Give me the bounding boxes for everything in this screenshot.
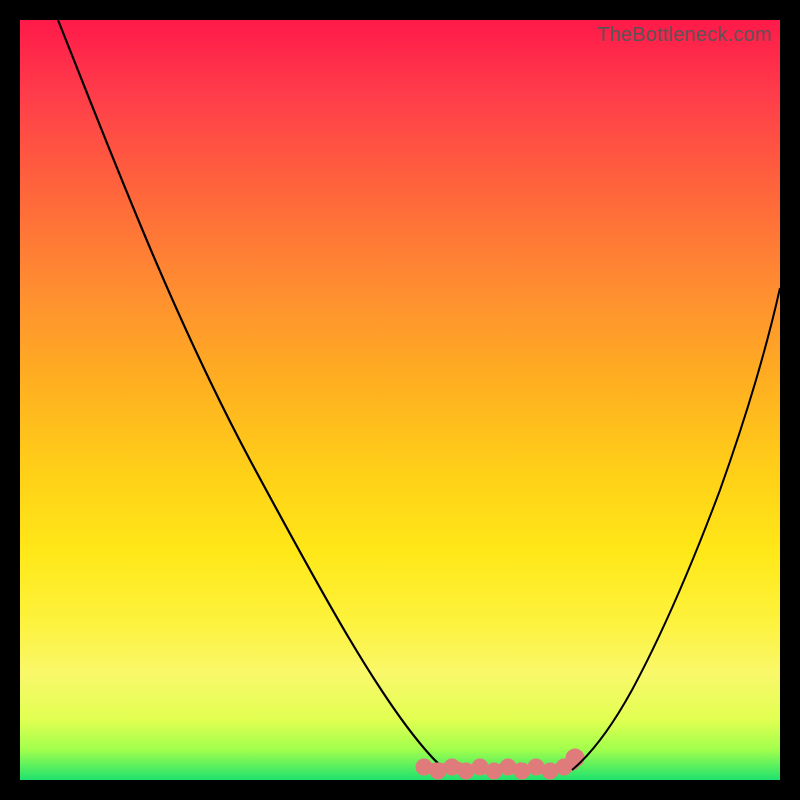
plot-area: TheBottleneck.com [20, 20, 780, 780]
valley-band [419, 752, 581, 776]
chart-svg [20, 20, 780, 780]
curve-right-ascent [572, 288, 780, 770]
chart-container: TheBottleneck.com [0, 0, 800, 800]
curve-left-descent [58, 20, 452, 773]
